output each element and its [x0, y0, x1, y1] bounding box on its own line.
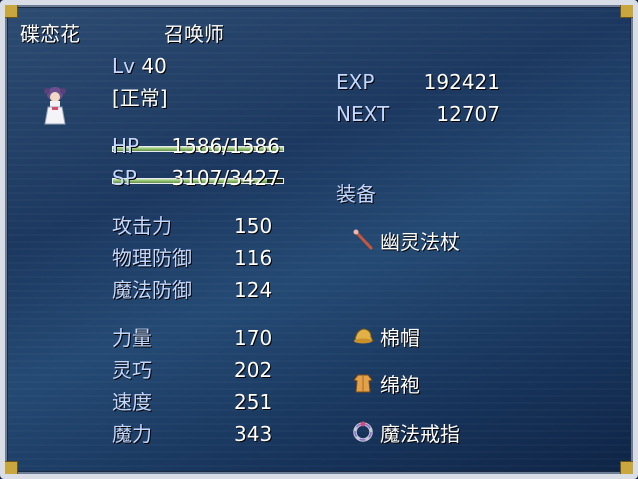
sp-label: SP	[112, 166, 137, 190]
corner-ornament	[5, 461, 18, 474]
param-value-pdef: 116	[234, 246, 273, 270]
next-value: 12707	[436, 102, 500, 126]
param-label-agi: 速度	[112, 390, 152, 414]
character-sprite-icon	[44, 87, 66, 125]
param-label-atk: 攻击力	[112, 214, 172, 238]
next-label: NEXT	[336, 102, 390, 126]
param-label-int: 魔力	[112, 422, 152, 446]
param-value-int: 343	[234, 422, 273, 446]
corner-ornament	[5, 5, 18, 18]
level-value: 40	[141, 54, 167, 78]
staff-icon	[353, 229, 373, 250]
equip-accessory-name: 魔法戒指	[380, 422, 460, 446]
level-label: Lv	[112, 54, 135, 78]
param-label-str: 力量	[112, 326, 152, 350]
ring-icon	[353, 421, 373, 442]
corner-ornament	[620, 461, 633, 474]
status-window	[0, 0, 638, 479]
sp-value: 3107/3427	[171, 166, 280, 190]
param-label-mdef: 魔法防御	[112, 278, 192, 302]
hp-label: HP	[112, 134, 140, 158]
hat-icon	[354, 328, 374, 344]
equipment-title: 装备	[336, 182, 376, 206]
hp-value: 1586/1586	[171, 134, 280, 158]
robe-icon	[353, 374, 373, 393]
param-value-agi: 251	[234, 390, 273, 414]
param-label-dex: 灵巧	[112, 358, 152, 382]
exp-value: 192421	[423, 70, 500, 94]
state-text: [正常]	[112, 86, 168, 110]
param-value-str: 170	[234, 326, 273, 350]
equip-helmet-name: 棉帽	[380, 326, 420, 350]
corner-ornament	[620, 5, 633, 18]
exp-label: EXP	[336, 70, 375, 94]
actor-name: 碟恋花	[20, 22, 80, 46]
actor-class: 召唤师	[164, 22, 224, 46]
level-display: Lv 40	[112, 54, 167, 78]
param-value-mdef: 124	[234, 278, 273, 302]
param-value-dex: 202	[234, 358, 273, 382]
param-value-atk: 150	[234, 214, 273, 238]
equip-armor-name: 绵袍	[380, 373, 420, 397]
param-label-pdef: 物理防御	[112, 246, 192, 270]
equip-weapon-name: 幽灵法杖	[380, 230, 460, 254]
